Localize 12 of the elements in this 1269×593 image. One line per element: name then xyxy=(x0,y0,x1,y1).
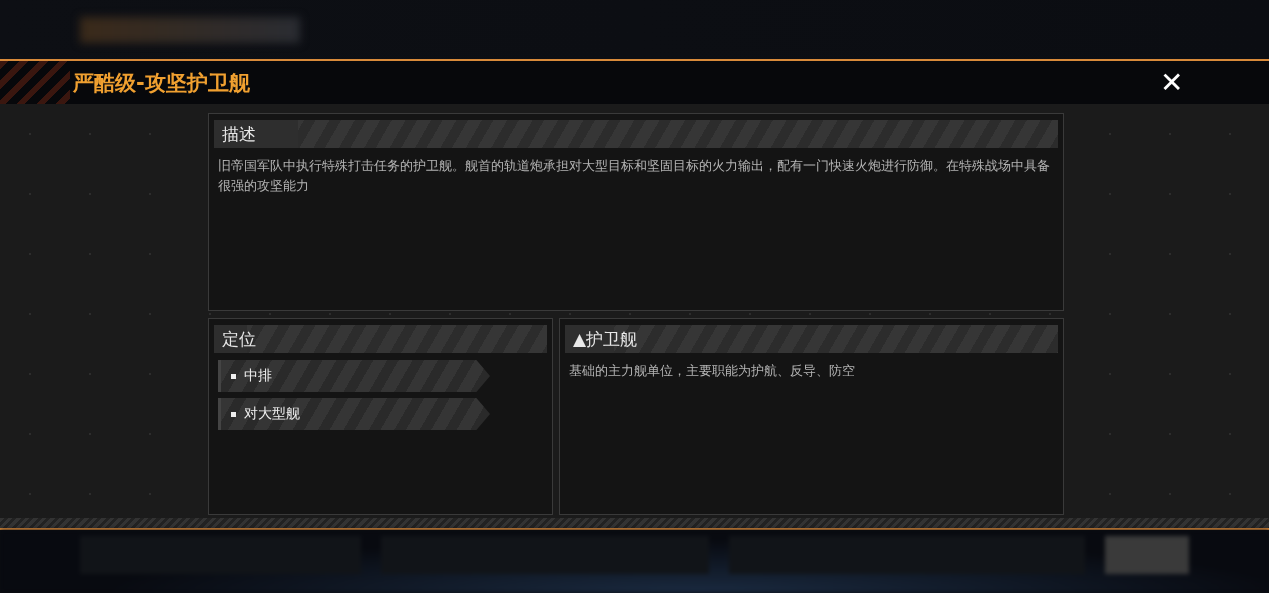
close-button[interactable]: ✕ xyxy=(1158,66,1185,99)
dialog-title: 严酷级-攻坚护卫舰 xyxy=(73,69,251,97)
tag-label: 中排 xyxy=(244,367,272,385)
bullet-icon xyxy=(231,411,236,417)
section-heading: 定位 xyxy=(214,325,547,353)
ship-class-text: 基础的主力舰单位，主要职能为护航、反导、防空 xyxy=(569,362,856,380)
section-heading: ▲护卫舰 xyxy=(565,325,1058,353)
bullet-icon xyxy=(231,373,236,379)
tag-label: 对大型舰 xyxy=(244,405,300,423)
description-text: 旧帝国军队中执行特殊打击任务的护卫舰。舰首的轨道炮承担对大型目标和坚固目标的火力输出，配有一门快速火炮进行防御。在特殊战场中具备很强的攻坚能力 xyxy=(218,157,1051,195)
section-heading: 描述 xyxy=(214,120,1058,148)
stripe-decoration xyxy=(0,61,70,104)
